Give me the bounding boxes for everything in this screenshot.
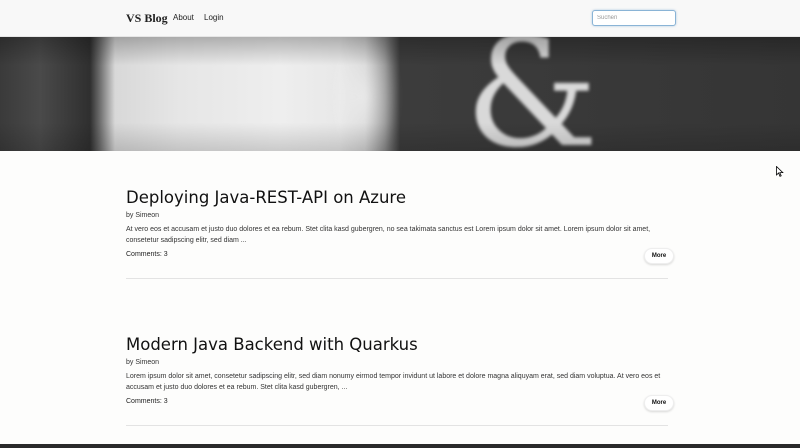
post-footer: Comments: 3 More <box>126 395 674 413</box>
post-author: by Simeon <box>126 359 160 366</box>
post-card: Deploying Java-REST-API on Azure by Sime… <box>126 188 674 266</box>
post-excerpt: Lorem ipsum dolor sit amet, consetetur s… <box>126 373 661 391</box>
post-divider <box>126 425 668 426</box>
nav-link-about[interactable]: About <box>173 13 194 22</box>
post-title[interactable]: Modern Java Backend with Quarkus <box>126 335 674 354</box>
more-button[interactable]: More <box>644 248 674 264</box>
brand-logo-link[interactable]: VS Blog <box>126 11 168 26</box>
post-excerpt: At vero eos et accusam et justo duo dolo… <box>126 226 651 244</box>
post-footer: Comments: 3 More <box>126 248 674 266</box>
nav-link-login[interactable]: Login <box>204 13 224 22</box>
footer-bar <box>0 444 800 448</box>
hero-banner-image: & <box>0 37 800 151</box>
post-comments-count: Comments: 3 <box>126 398 168 405</box>
search-input[interactable] <box>592 10 676 26</box>
post-comments-count: Comments: 3 <box>126 251 168 258</box>
post-title[interactable]: Deploying Java-REST-API on Azure <box>126 188 674 207</box>
mouse-cursor-icon <box>776 166 784 177</box>
navbar: VS Blog About Login <box>0 0 800 37</box>
hero-vignette <box>0 37 800 151</box>
post-divider <box>126 278 668 279</box>
post-card: Modern Java Backend with Quarkus by Sime… <box>126 335 674 413</box>
more-button[interactable]: More <box>644 395 674 411</box>
post-author: by Simeon <box>126 212 160 219</box>
